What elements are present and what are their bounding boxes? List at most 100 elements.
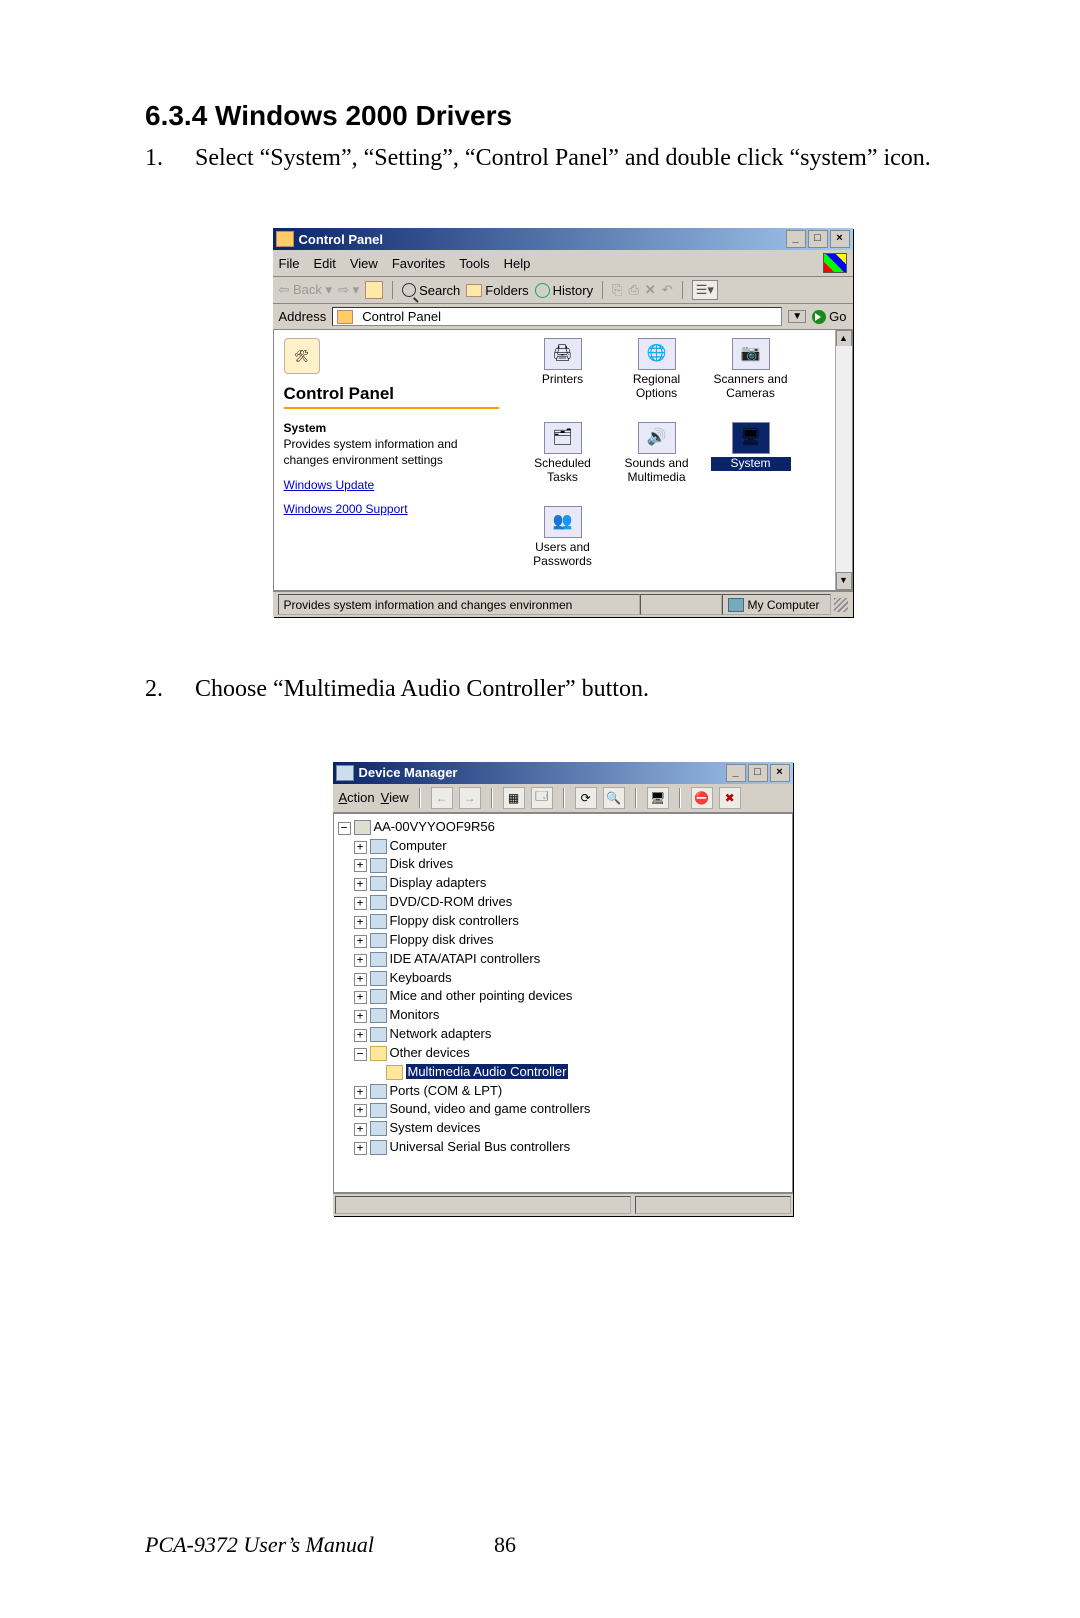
dm-computer-button[interactable]: 🖥: [647, 787, 669, 809]
moveto-button[interactable]: ⎘: [612, 282, 622, 298]
dm-close-button[interactable]: ×: [770, 764, 790, 782]
forward-button[interactable]: ⇨ ▾: [338, 282, 359, 298]
dm-uninstall-button[interactable]: ✖: [719, 787, 741, 809]
dm-disable-button[interactable]: ⛔: [691, 787, 713, 809]
address-dropdown[interactable]: ▼: [788, 310, 806, 323]
item-system[interactable]: 🖥System: [711, 422, 791, 502]
tree-node-floppyd[interactable]: +Floppy disk drives: [338, 931, 786, 950]
keyboard-icon: [370, 971, 387, 986]
tree-node-dvd[interactable]: +DVD/CD-ROM drives: [338, 893, 786, 912]
tree-node-sysdev[interactable]: +System devices: [338, 1119, 786, 1138]
up-button[interactable]: [365, 281, 383, 299]
maximize-button[interactable]: □: [808, 230, 828, 248]
dm-refresh-button[interactable]: ⟳: [575, 787, 597, 809]
dm-menu-view[interactable]: View: [381, 790, 409, 805]
footer-title: PCA-9372 User’s Manual: [145, 1532, 374, 1558]
item-scheduled[interactable]: 🗂Scheduled Tasks: [523, 422, 603, 502]
item-scanners[interactable]: 📷Scanners and Cameras: [711, 338, 791, 418]
tree-node-network[interactable]: +Network adapters: [338, 1025, 786, 1044]
titlebar: Control Panel _ □ ×: [273, 228, 853, 250]
dm-menu-action[interactable]: Action: [339, 790, 375, 805]
copyto-button[interactable]: ⎙: [629, 282, 639, 298]
item-users[interactable]: 👥Users and Passwords: [523, 506, 603, 586]
computer-icon: [370, 839, 387, 854]
tree-node-usb[interactable]: +Universal Serial Bus controllers: [338, 1138, 786, 1157]
dm-show-hide-button[interactable]: ▦: [503, 787, 525, 809]
step-1-text: Select “System”, “Setting”, “Control Pan…: [195, 142, 980, 174]
content-area: 🛠 Control Panel System Provides system i…: [273, 330, 853, 591]
step-2-text: Choose “Multimedia Audio Controller” but…: [195, 673, 980, 705]
mouse-icon: [370, 989, 387, 1004]
tree-node-disk[interactable]: +Disk drives: [338, 855, 786, 874]
scroll-down-button[interactable]: ▼: [836, 572, 852, 590]
dm-status-cell-1: [335, 1196, 631, 1214]
folders-button[interactable]: Folders: [466, 283, 528, 298]
menu-help[interactable]: Help: [504, 256, 531, 271]
menu-edit[interactable]: Edit: [313, 256, 335, 271]
tree-root[interactable]: −AA-00VYYOOF9R56: [338, 818, 786, 837]
address-field[interactable]: Control Panel: [332, 307, 782, 326]
monitor-icon: [370, 1008, 387, 1023]
item-printers[interactable]: 🖨Printers: [523, 338, 603, 418]
menu-view[interactable]: View: [350, 256, 378, 271]
dm-minimize-button[interactable]: _: [726, 764, 746, 782]
history-button[interactable]: History: [535, 283, 593, 298]
window-title: Control Panel: [299, 232, 384, 247]
dm-scan-button[interactable]: 🔍: [603, 787, 625, 809]
tree-node-floppyc[interactable]: +Floppy disk controllers: [338, 912, 786, 931]
dvd-icon: [370, 895, 387, 910]
tree-node-ide[interactable]: +IDE ATA/ATAPI controllers: [338, 950, 786, 969]
tree-node-multimedia-audio[interactable]: Multimedia Audio Controller: [338, 1063, 786, 1082]
tree-node-ports[interactable]: +Ports (COM & LPT): [338, 1082, 786, 1101]
tree-node-mice[interactable]: +Mice and other pointing devices: [338, 987, 786, 1006]
dm-menubar: Action View ← → ▦ 🗔 ⟳ 🔍 🖥 ⛔ ✖: [333, 784, 793, 813]
dm-properties-button[interactable]: 🗔: [531, 787, 553, 809]
back-button[interactable]: ⇦ Back ▾: [279, 282, 333, 298]
tree-node-display[interactable]: +Display adapters: [338, 874, 786, 893]
usb-icon: [370, 1140, 387, 1155]
tree-node-other[interactable]: −Other devices: [338, 1044, 786, 1063]
menu-favorites[interactable]: Favorites: [392, 256, 445, 271]
item-sounds[interactable]: 🔊Sounds and Multimedia: [617, 422, 697, 502]
views-button[interactable]: ☰▾: [692, 280, 718, 300]
unknown-device-icon: [386, 1065, 403, 1080]
delete-button[interactable]: ✕: [645, 282, 656, 298]
menu-tools[interactable]: Tools: [459, 256, 489, 271]
device-manager-window: Device Manager _ □ × Action View ← → ▦ 🗔…: [333, 762, 793, 1216]
address-label: Address: [279, 309, 327, 324]
my-computer-icon: [728, 598, 744, 612]
status-mid: [640, 594, 722, 615]
dm-maximize-button[interactable]: □: [748, 764, 768, 782]
resize-grip[interactable]: [834, 598, 848, 612]
vertical-scrollbar[interactable]: ▲ ▼: [835, 330, 852, 590]
menubar: File Edit View Favorites Tools Help: [273, 250, 853, 277]
page-footer: PCA-9372 User’s Manual 86: [145, 1532, 980, 1558]
left-panel-heading: Control Panel: [284, 384, 499, 409]
item-regional[interactable]: 🌐Regional Options: [617, 338, 697, 418]
tree-node-sound[interactable]: +Sound, video and game controllers: [338, 1100, 786, 1119]
tree-node-computer[interactable]: +Computer: [338, 837, 786, 856]
undo-button[interactable]: ↶: [662, 282, 673, 298]
addressbar: Address Control Panel ▼ Go: [273, 304, 853, 330]
link-windows-update[interactable]: Windows Update: [284, 478, 499, 492]
tree-node-keyboards[interactable]: +Keyboards: [338, 969, 786, 988]
tree-node-monitors[interactable]: +Monitors: [338, 1006, 786, 1025]
footer-page-number: 86: [494, 1532, 516, 1558]
menu-file[interactable]: File: [279, 256, 300, 271]
icon-grid: 🖨Printers 🌐Regional Options 📷Scanners an…: [509, 330, 852, 590]
history-icon: [535, 283, 550, 298]
dm-forward-button[interactable]: →: [459, 787, 481, 809]
toolbar: ⇦ Back ▾ ⇨ ▾ Search Folders History ⎘ ⎙ …: [273, 277, 853, 304]
go-button[interactable]: Go: [812, 309, 846, 324]
link-win2k-support[interactable]: Windows 2000 Support: [284, 502, 499, 516]
step-1: 1. Select “System”, “Setting”, “Control …: [145, 142, 980, 174]
speaker-icon: 🔊: [638, 422, 676, 454]
close-button[interactable]: ×: [830, 230, 850, 248]
minimize-button[interactable]: _: [786, 230, 806, 248]
dm-status-cell-2: [635, 1196, 791, 1214]
search-button[interactable]: Search: [402, 283, 460, 298]
step-1-number: 1.: [145, 142, 195, 174]
dm-back-button[interactable]: ←: [431, 787, 453, 809]
disk-icon: [370, 858, 387, 873]
system-title: System: [284, 421, 327, 435]
